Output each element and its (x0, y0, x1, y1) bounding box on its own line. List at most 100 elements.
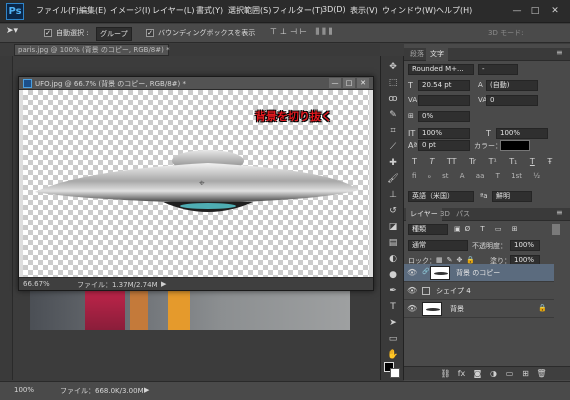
layer-name[interactable]: 背景 のコピー (456, 268, 500, 278)
align-icons[interactable]: ⊤⊥⊣⊢ ⫼⫼⫼ (270, 27, 335, 37)
healing-brush-icon[interactable]: ✚ (386, 156, 400, 170)
menu-type[interactable]: 書式(Y) (196, 5, 223, 16)
minimize-icon[interactable]: — (510, 6, 524, 17)
lasso-tool-icon[interactable]: ꝏ (386, 92, 400, 106)
auto-select-dropdown[interactable]: グループ (96, 27, 132, 41)
shape-tool-icon[interactable]: ▭ (386, 332, 400, 346)
tsume-field[interactable]: 0% (418, 111, 470, 122)
lock-icons[interactable]: ▦✎✥🔒 (436, 256, 479, 264)
ordinals-button[interactable]: 1st (511, 172, 522, 180)
tab-paths[interactable]: パス (452, 208, 474, 221)
eye-icon[interactable]: 👁 (407, 268, 417, 278)
adjustment-layer-icon[interactable]: ◑ (488, 369, 499, 379)
subscript-button[interactable]: T₁ (509, 157, 517, 166)
menu-help[interactable]: ヘルプ(H) (436, 5, 472, 16)
font-size-field[interactable]: 20.54 pt (418, 80, 470, 91)
ligature-button[interactable]: fi (412, 172, 416, 180)
document-tab-paris[interactable]: paris.jpg @ 100% (背景 のコピー, RGB/8#) * (14, 44, 170, 56)
move-tool-icon[interactable]: ✥ (386, 60, 400, 74)
menu-layer[interactable]: レイヤー(L) (152, 5, 194, 16)
swash-button[interactable]: A (460, 172, 465, 180)
eraser-tool-icon[interactable]: ◪ (386, 220, 400, 234)
fractions-button[interactable]: ½ (533, 172, 540, 180)
vertical-scale-field[interactable]: 100% (418, 128, 470, 139)
menu-edit[interactable]: 編集(E) (79, 5, 106, 16)
crop-tool-icon[interactable]: ⌗ (386, 124, 400, 138)
canvas[interactable]: ⌖ 背景を切り抜く (23, 90, 369, 277)
eye-icon[interactable]: 👁 (407, 304, 417, 314)
doc-maximize-icon[interactable]: □ (343, 78, 355, 88)
new-layer-icon[interactable]: ⊞ (520, 369, 531, 379)
hand-tool-icon[interactable]: ✋ (386, 348, 400, 362)
background-color-swatch[interactable] (390, 368, 400, 378)
menu-filter[interactable]: フィルター(T) (272, 5, 323, 16)
link-layers-icon[interactable]: ⛓ (440, 369, 451, 379)
menu-file[interactable]: ファイル(F) (36, 5, 79, 16)
kerning-field[interactable] (418, 95, 470, 106)
layer-name[interactable]: シェイプ 4 (436, 286, 471, 296)
doc-minimize-icon[interactable]: — (329, 78, 341, 88)
maximize-icon[interactable]: □ (528, 6, 542, 17)
layer-row-background[interactable]: 👁 背景 🔒 (404, 300, 554, 318)
menu-3d[interactable]: 3D(D) (322, 5, 346, 14)
layer-row-background-copy[interactable]: 👁 🔗 背景 のコピー (404, 264, 554, 282)
menu-select[interactable]: 選択範囲(S) (228, 5, 271, 16)
marquee-tool-icon[interactable]: ⬚ (386, 76, 400, 90)
trash-icon[interactable]: 🗑 (536, 369, 547, 379)
layer-checkbox[interactable] (422, 287, 430, 295)
document-info-arrow[interactable]: ▶ (161, 280, 166, 288)
filter-toggle-icon[interactable] (552, 224, 560, 235)
antialias-select[interactable]: 鮮明 (492, 191, 532, 202)
tracking-field[interactable]: 0 (486, 95, 538, 106)
group-icon[interactable]: ▭ (504, 369, 515, 379)
bbox-checkbox[interactable]: ✓ (146, 29, 154, 37)
blur-tool-icon[interactable]: ◐ (386, 252, 400, 266)
quick-select-tool-icon[interactable]: ✎ (386, 108, 400, 122)
titling-button[interactable]: T (496, 172, 500, 180)
tab-character[interactable]: 文字 (426, 48, 448, 61)
horizontal-scale-field[interactable]: 100% (496, 128, 548, 139)
path-select-tool-icon[interactable]: ➤ (386, 316, 400, 330)
discretionary-ligature-button[interactable]: st (442, 172, 448, 180)
menu-window[interactable]: ウィンドウ(W) (382, 5, 436, 16)
move-tool-icon[interactable]: ➤▾ (6, 26, 18, 36)
layer-filter-select[interactable]: 種類 (408, 224, 448, 235)
close-icon[interactable]: ✕ (548, 6, 562, 17)
history-brush-icon[interactable]: ↺ (386, 204, 400, 218)
auto-select-checkbox[interactable]: ✓ (44, 29, 52, 37)
faux-bold-button[interactable]: T (412, 157, 417, 166)
layers-menu-icon[interactable]: ≡ (556, 208, 563, 217)
eye-icon[interactable]: 👁 (407, 286, 417, 296)
menu-image[interactable]: イメージ(I) (110, 5, 150, 16)
font-family-select[interactable]: Rounded M+... (408, 64, 474, 75)
superscript-button[interactable]: T¹ (489, 157, 497, 166)
faux-italic-button[interactable]: T (429, 157, 434, 166)
underline-button[interactable]: T (530, 157, 535, 166)
dodge-tool-icon[interactable]: ● (386, 268, 400, 282)
type-tool-icon[interactable]: T (386, 300, 400, 314)
blend-mode-select[interactable]: 通常 (408, 240, 468, 251)
layer-name[interactable]: 背景 (450, 304, 464, 314)
clone-stamp-icon[interactable]: ⊥ (386, 188, 400, 202)
add-mask-icon[interactable]: ◙ (472, 369, 483, 379)
strikethrough-button[interactable]: Ŧ (547, 157, 552, 166)
eyedropper-tool-icon[interactable]: ⟋ (386, 140, 400, 154)
all-caps-button[interactable]: TT (447, 157, 457, 166)
opacity-field[interactable]: 100% (510, 240, 540, 251)
fx-icon[interactable]: fx (456, 369, 467, 379)
leading-field[interactable]: (自動) (486, 80, 538, 91)
gradient-tool-icon[interactable]: ▤ (386, 236, 400, 250)
font-style-select[interactable]: - (478, 64, 518, 75)
small-caps-button[interactable]: Tr (469, 157, 476, 166)
language-select[interactable]: 英語（米国） (408, 191, 474, 202)
panel-menu-icon[interactable]: ≡ (556, 48, 563, 57)
doc-close-icon[interactable]: ✕ (357, 78, 369, 88)
status-zoom[interactable]: 100% (14, 386, 34, 394)
layer-filter-icons[interactable]: ▣Ø T ▭ ⊞ (454, 225, 522, 233)
baseline-shift-field[interactable]: 0 pt (418, 140, 470, 151)
alternate-button[interactable]: ℴ (428, 172, 431, 180)
menu-view[interactable]: 表示(V) (350, 5, 378, 16)
status-info-arrow[interactable]: ▶ (144, 386, 149, 394)
tab-paragraph[interactable]: 段落 (406, 48, 428, 61)
document-zoom[interactable]: 66.67% (23, 280, 50, 288)
